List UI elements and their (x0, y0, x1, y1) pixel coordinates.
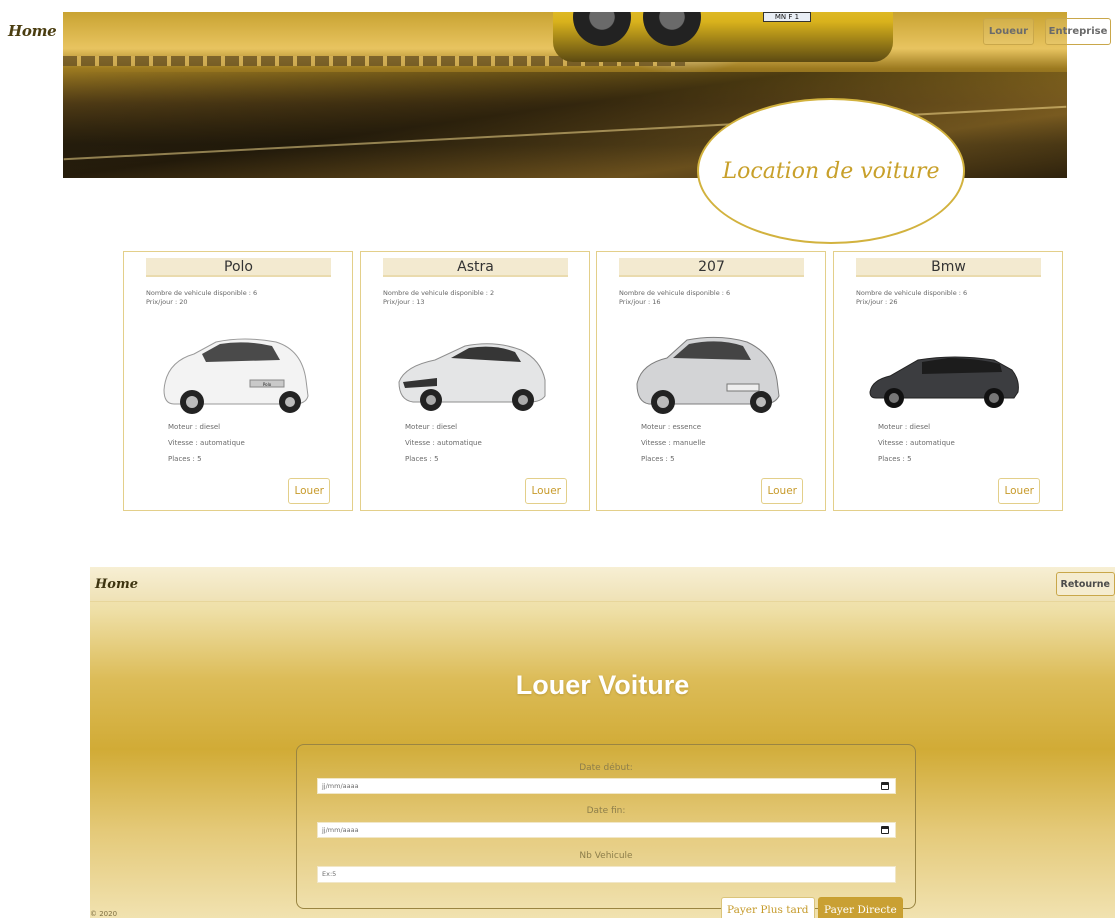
date-fin-label: Date fin: (586, 806, 626, 816)
entreprise-button[interactable]: Entreprise (1045, 18, 1111, 45)
wheel-icon (573, 12, 631, 46)
car-seats: Places : 5 (878, 455, 912, 463)
hero-title: Location de voiture (722, 158, 940, 184)
car-card: Astra Nombre de vehicule disponible : 2 … (360, 251, 590, 511)
louer-button[interactable]: Louer (288, 478, 330, 504)
louer-button[interactable]: Louer (761, 478, 803, 504)
car-gearbox: Vitesse : automatique (168, 439, 245, 447)
car-image: Polo (163, 338, 309, 414)
date-fin-placeholder: jj/mm/aaaa (322, 826, 359, 834)
car-seats: Places : 5 (641, 455, 675, 463)
copyright: © 2020 (90, 910, 118, 918)
car-seats: Places : 5 (405, 455, 439, 463)
home-link[interactable]: Home (8, 22, 57, 40)
louer-button[interactable]: Louer (998, 478, 1040, 504)
car-name: Astra (383, 258, 568, 277)
payer-plus-tard-button[interactable]: Payer Plus tard (721, 897, 815, 918)
car-specs: Moteur : diesel Vitesse : automatique Pl… (405, 419, 482, 467)
car-specs: Moteur : essence Vitesse : manuelle Plac… (641, 419, 706, 467)
car-engine: Moteur : diesel (878, 423, 931, 431)
date-debut-input[interactable]: jj/mm/aaaa (317, 778, 896, 794)
car-price: Prix/jour : 13 (383, 298, 425, 306)
date-debut-label: Date début: (579, 763, 633, 773)
nb-vehicule-placeholder: Ex:5 (322, 870, 337, 878)
car-seats: Places : 5 (168, 455, 202, 463)
car-engine: Moteur : diesel (168, 423, 221, 431)
car-image (869, 356, 1019, 408)
car-card: 207 Nombre de vehicule disponible : 6 Pr… (596, 251, 826, 511)
svg-text:Polo: Polo (263, 382, 272, 387)
car-image (636, 336, 780, 414)
car-name: 207 (619, 258, 804, 277)
car-name: Polo (146, 258, 331, 277)
car-specs: Moteur : diesel Vitesse : automatique Pl… (878, 419, 955, 467)
car-engine: Moteur : essence (641, 423, 701, 431)
car-image (398, 343, 546, 411)
home-link[interactable]: Home (95, 577, 138, 592)
payer-directe-button[interactable]: Payer Directe (818, 897, 903, 918)
car-gearbox: Vitesse : automatique (405, 439, 482, 447)
wheel-icon (643, 12, 701, 46)
car-availability: Nombre de vehicule disponible : 6 (856, 289, 968, 297)
rental-form: Date début: jj/mm/aaaa Date fin: jj/mm/a… (296, 744, 916, 918)
retourne-button[interactable]: Retourne (1055, 572, 1115, 596)
louer-button[interactable]: Louer (525, 478, 567, 504)
car-gearbox: Vitesse : manuelle (641, 439, 706, 447)
form-navbar: Home Retourne (90, 567, 1115, 602)
car-name: Bmw (856, 258, 1041, 277)
nb-vehicule-label: Nb Vehicule (579, 851, 633, 861)
car-price: Prix/jour : 20 (146, 298, 188, 306)
date-fin-input[interactable]: jj/mm/aaaa (317, 822, 896, 838)
hero-title-oval: Location de voiture (697, 98, 965, 244)
car-price: Prix/jour : 16 (619, 298, 661, 306)
date-debut-placeholder: jj/mm/aaaa (322, 782, 359, 790)
car-card: Bmw Nombre de vehicule disponible : 6 Pr… (833, 251, 1063, 511)
calendar-icon[interactable] (881, 826, 889, 834)
car-gearbox: Vitesse : automatique (878, 439, 955, 447)
car-availability: Nombre de vehicule disponible : 6 (619, 289, 731, 297)
car-price: Prix/jour : 26 (856, 298, 898, 306)
loueur-button[interactable]: Loueur (983, 18, 1034, 45)
car-info: Nombre de vehicule disponible : 6 Prix/j… (856, 289, 967, 307)
license-plate: MN F 1 (763, 12, 811, 22)
rental-form-section: Home Retourne Louer Voiture Date début: … (90, 567, 1115, 918)
car-card: Polo Nombre de vehicule disponible : 6 P… (123, 251, 353, 511)
car-specs: Moteur : diesel Vitesse : automatique Pl… (168, 419, 245, 467)
car-availability: Nombre de vehicule disponible : 6 (146, 289, 258, 297)
page-title: Louer Voiture (515, 670, 690, 700)
yellow-car-image (553, 12, 893, 62)
car-availability: Nombre de vehicule disponible : 2 (383, 289, 495, 297)
car-info: Nombre de vehicule disponible : 6 Prix/j… (619, 289, 730, 307)
car-info: Nombre de vehicule disponible : 2 Prix/j… (383, 289, 494, 307)
car-engine: Moteur : diesel (405, 423, 458, 431)
car-info: Nombre de vehicule disponible : 6 Prix/j… (146, 289, 257, 307)
nb-vehicule-input[interactable]: Ex:5 (317, 866, 896, 883)
calendar-icon[interactable] (881, 782, 889, 790)
